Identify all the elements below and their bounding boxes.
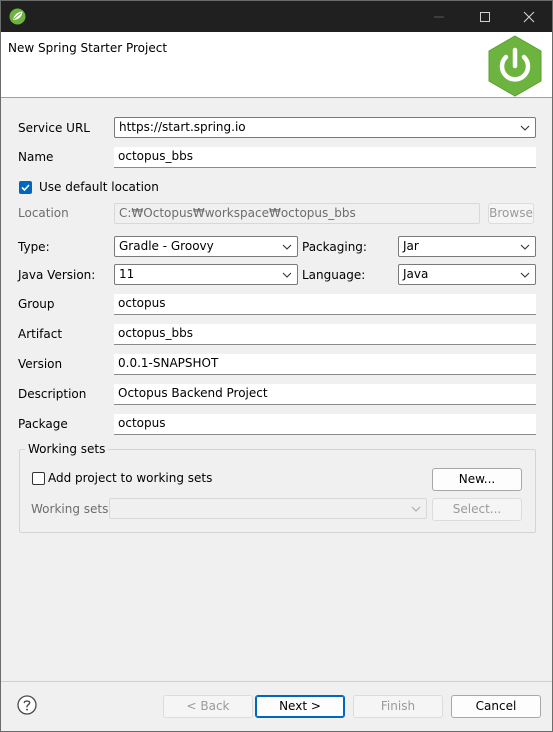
working-sets-label: Working sets: <box>31 502 113 516</box>
select-working-sets-button[interactable]: Select... <box>432 498 522 521</box>
packaging-label: Packaging: <box>302 240 367 254</box>
add-to-working-sets-checkbox[interactable] <box>32 472 45 485</box>
wizard-banner: New Spring Starter Project <box>1 32 552 98</box>
minimize-icon <box>434 16 444 17</box>
artifact-input[interactable]: octopus_bbs <box>114 324 536 345</box>
java-version-value: 11 <box>119 267 135 281</box>
dialog-window: New Spring Starter Project Service URL h… <box>0 0 553 732</box>
java-version-combo[interactable]: 11 <box>114 264 298 285</box>
packaging-combo[interactable]: Jar <box>398 236 536 257</box>
language-label: Language: <box>302 268 366 282</box>
minimize-button[interactable] <box>416 1 462 32</box>
add-to-working-sets-label: Add project to working sets <box>48 471 213 485</box>
service-url-label: Service URL <box>18 121 90 135</box>
use-default-location-label: Use default location <box>39 180 159 194</box>
working-sets-combo[interactable] <box>109 498 427 519</box>
title-bar <box>1 1 552 32</box>
package-label: Package <box>18 417 68 431</box>
version-input[interactable]: 0.0.1-SNAPSHOT <box>114 354 536 375</box>
cancel-button[interactable]: Cancel <box>451 695 541 718</box>
location-input[interactable]: C:₩Octopus₩workspace₩octopus_bbs <box>114 203 480 224</box>
new-working-set-button[interactable]: New... <box>432 468 522 491</box>
name-label: Name <box>18 150 54 164</box>
maximize-button[interactable] <box>462 1 508 32</box>
service-url-combo[interactable]: https://start.spring.io <box>114 117 536 138</box>
spring-power-logo <box>488 35 542 97</box>
type-label: Type: <box>18 240 50 254</box>
artifact-label: Artifact <box>18 327 63 341</box>
package-input[interactable]: octopus <box>114 414 536 435</box>
version-label: Version <box>18 357 63 371</box>
group-input[interactable]: octopus <box>114 294 536 315</box>
footer-separator <box>1 681 552 682</box>
java-version-label: Java Version: <box>18 268 96 282</box>
use-default-location-checkbox[interactable] <box>19 181 32 194</box>
chevron-down-icon <box>282 272 292 278</box>
description-label: Description <box>18 387 87 401</box>
language-combo[interactable]: Java <box>398 264 536 285</box>
browse-button[interactable]: Browse <box>488 203 534 224</box>
maximize-icon <box>480 11 490 22</box>
type-combo[interactable]: Gradle - Groovy <box>114 236 298 257</box>
group-label: Group <box>18 297 55 311</box>
service-url-value: https://start.spring.io <box>119 120 246 134</box>
spring-app-icon <box>9 8 26 25</box>
back-button[interactable]: < Back <box>163 695 253 718</box>
chevron-down-icon <box>520 272 530 278</box>
chevron-down-icon <box>520 244 530 250</box>
chevron-down-icon <box>411 506 421 512</box>
close-button[interactable] <box>506 1 552 32</box>
finish-button[interactable]: Finish <box>353 695 443 718</box>
chevron-down-icon <box>282 244 292 250</box>
location-label: Location <box>18 206 69 220</box>
type-value: Gradle - Groovy <box>119 239 214 253</box>
working-sets-title: Working sets <box>25 442 109 456</box>
packaging-value: Jar <box>403 239 419 253</box>
checkmark-icon <box>21 184 30 192</box>
close-icon <box>523 11 535 22</box>
next-button[interactable]: Next > <box>255 695 345 718</box>
help-icon[interactable] <box>17 695 37 715</box>
language-value: Java <box>403 267 429 281</box>
description-input[interactable]: Octopus Backend Project <box>114 384 536 405</box>
name-input[interactable]: octopus_bbs <box>114 147 536 168</box>
wizard-title: New Spring Starter Project <box>8 41 168 55</box>
chevron-down-icon <box>520 125 530 131</box>
